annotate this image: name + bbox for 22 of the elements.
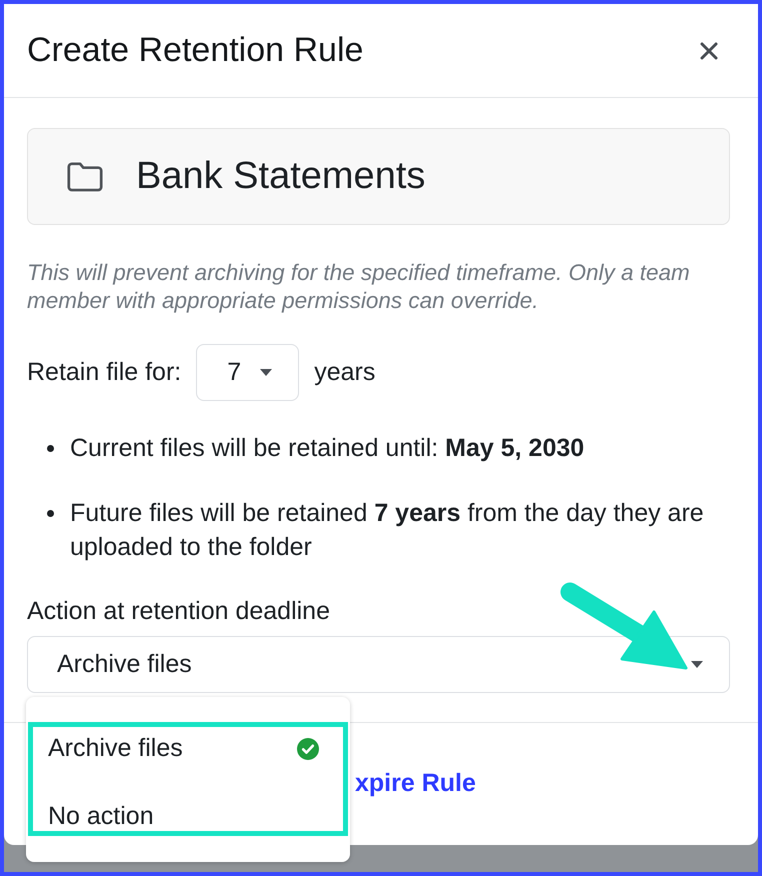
action-label: Action at retention deadline <box>27 596 331 627</box>
caret-icon <box>260 369 272 376</box>
unit-label: years <box>314 356 376 388</box>
bullet-icon <box>47 445 54 452</box>
check-circle-icon <box>297 738 319 760</box>
close-icon <box>700 42 718 60</box>
folder-icon <box>67 162 103 192</box>
caret-icon <box>691 661 703 668</box>
folder-name: Bank Statements <box>136 154 426 199</box>
action-dropdown[interactable]: Archive files <box>27 636 730 693</box>
menu-option[interactable]: No action <box>26 783 350 851</box>
close-button[interactable] <box>700 42 718 60</box>
detail-text: Future files will be retained 7 years from the day they are uploaded to the folder <box>70 498 705 563</box>
dialog-title: Create Retention Rule <box>27 30 364 71</box>
bullet-icon <box>47 510 54 517</box>
retain-label: Retain file for: <box>27 356 182 388</box>
years-dropdown[interactable]: 7 <box>196 344 300 401</box>
notice-text: This will prevent archiving for the specified timeframe. Only a team member with appropriate permissions can override. <box>27 259 691 315</box>
detail-text: Current files will be retained until: May 5, 2030 <box>70 433 584 464</box>
years-value: 7 <box>227 356 242 388</box>
rule-link[interactable]: xpire Rule <box>355 765 476 803</box>
menu-option[interactable]: Archive files <box>26 715 350 783</box>
